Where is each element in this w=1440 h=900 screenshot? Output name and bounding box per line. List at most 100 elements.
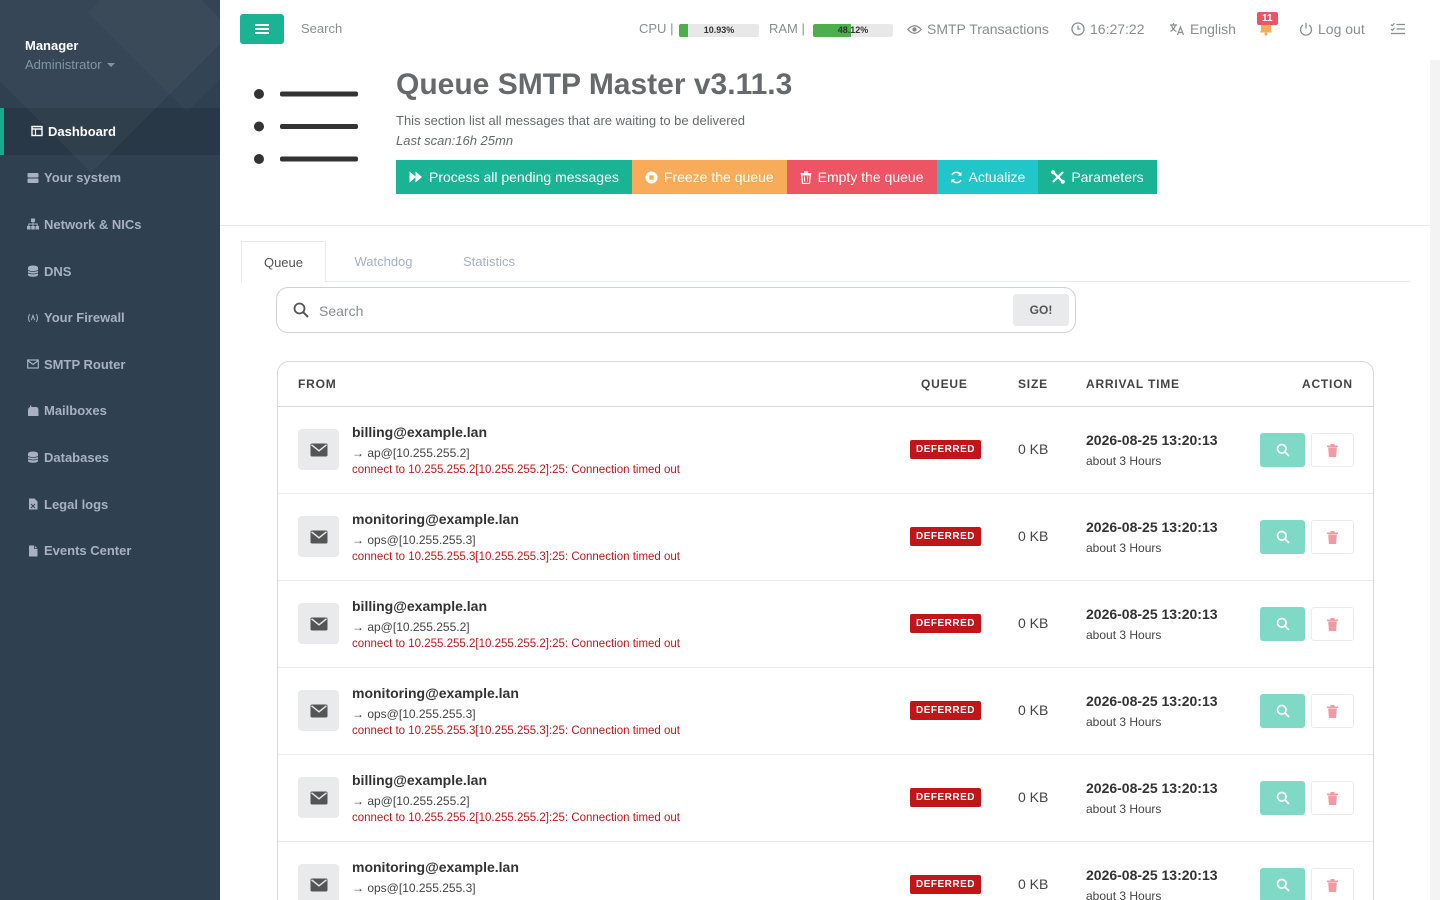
profile-role: Administrator: [25, 57, 102, 72]
queue-actions: Process all pending messages Freeze the …: [396, 160, 1157, 194]
delivery-error: connect to 10.255.255.2[10.255.255.2]:25…: [352, 464, 680, 476]
hamburger-icon: [255, 24, 269, 34]
sender-address: billing@example.lan: [352, 424, 488, 440]
translate-icon: [1170, 23, 1185, 36]
sidebar-item-mailboxes[interactable]: Mailboxes: [0, 388, 220, 435]
sender-address: monitoring@example.lan: [352, 859, 519, 875]
parameters-button[interactable]: Parameters: [1038, 160, 1157, 194]
top-search-input[interactable]: Search: [301, 21, 342, 36]
delivery-error: connect to 10.255.255.2[10.255.255.2]:25…: [352, 812, 680, 824]
dashboard-icon: [31, 125, 43, 137]
trash-icon: [800, 170, 812, 184]
profile-role-dropdown[interactable]: Administrator: [25, 57, 195, 72]
column-header-queue: QUEUE: [921, 377, 968, 391]
search-icon: [1276, 530, 1290, 544]
trash-icon: [1327, 530, 1338, 544]
tasks-button[interactable]: [1390, 22, 1411, 36]
sender-address: monitoring@example.lan: [352, 511, 519, 527]
tab-queue[interactable]: Queue: [241, 241, 326, 283]
arrival-time: 2026-08-25 13:20:13: [1086, 693, 1218, 709]
view-message-button[interactable]: [1260, 520, 1305, 554]
sidebar-item-legal-logs[interactable]: Legal logs: [0, 481, 220, 528]
actualize-button[interactable]: Actualize: [936, 160, 1039, 194]
trash-icon: [1327, 791, 1338, 805]
parameters-label: Parameters: [1071, 169, 1144, 185]
queue-status-badge: DEFERRED: [910, 440, 982, 459]
page-description: This section list all messages that are …: [396, 113, 746, 128]
clock-icon: [1071, 22, 1085, 36]
caret-down-icon: [106, 62, 115, 67]
view-message-button[interactable]: [1260, 781, 1305, 815]
empty-queue-label: Empty the queue: [817, 169, 924, 185]
firewall-icon: [27, 312, 39, 324]
list-icon: [250, 88, 360, 173]
view-message-button[interactable]: [1260, 607, 1305, 641]
sidebar: Manager Administrator Dashboard Your sys…: [0, 0, 220, 900]
search-icon: [293, 302, 309, 323]
table-row: monitoring@example.lan → ops@[10.255.255.…: [278, 668, 1373, 755]
delete-message-button[interactable]: [1311, 520, 1354, 554]
delete-message-button[interactable]: [1311, 694, 1354, 728]
sidebar-item-dns[interactable]: DNS: [0, 248, 220, 295]
clock: 16:27:22: [1071, 21, 1145, 37]
table-row: monitoring@example.lan → ops@[10.255.255.…: [278, 494, 1373, 581]
trash-icon: [1327, 617, 1338, 631]
sidebar-item-label: Your Firewall: [44, 310, 125, 326]
envelope-icon: [298, 864, 339, 900]
sidebar-item-your-system[interactable]: Your system: [0, 155, 220, 202]
delete-message-button[interactable]: [1311, 433, 1354, 467]
tab-statistics[interactable]: Statistics: [445, 241, 533, 282]
arrival-relative: about 3 Hours: [1086, 628, 1162, 642]
freeze-queue-label: Freeze the queue: [663, 169, 774, 185]
view-message-button[interactable]: [1260, 868, 1305, 900]
process-all-label: Process all pending messages: [429, 169, 619, 185]
process-all-button[interactable]: Process all pending messages: [396, 160, 632, 194]
delivery-error: connect to 10.255.255.3[10.255.255.3]:25…: [352, 551, 680, 563]
ram-value: 48.12%: [837, 25, 869, 35]
freeze-queue-button[interactable]: Freeze the queue: [631, 160, 787, 194]
search-go-button[interactable]: GO!: [1013, 294, 1069, 326]
search-icon: [1276, 791, 1290, 805]
list-check-icon: [1390, 22, 1405, 35]
clock-time: 16:27:22: [1090, 21, 1145, 37]
profile: Manager Administrator: [0, 0, 220, 108]
message-size: 0 KB: [1018, 789, 1049, 805]
search-icon: [1276, 878, 1290, 892]
view-message-button[interactable]: [1260, 433, 1305, 467]
column-header-from: FROM: [298, 377, 337, 391]
sidebar-item-databases[interactable]: Databases: [0, 434, 220, 481]
sidebar-item-firewall[interactable]: Your Firewall: [0, 294, 220, 341]
view-message-button[interactable]: [1260, 694, 1305, 728]
topbar: Search CPU | 10.93% RAM | 48.12% SMTP Tr…: [220, 0, 1440, 60]
sidebar-item-smtp-router[interactable]: SMTP Router: [0, 341, 220, 388]
search-icon: [1276, 617, 1290, 631]
sender-address: monitoring@example.lan: [352, 685, 519, 701]
delete-message-button[interactable]: [1311, 868, 1354, 900]
sender-address: billing@example.lan: [352, 772, 488, 788]
envelope-icon: [298, 516, 339, 557]
search-input[interactable]: Search: [319, 303, 363, 319]
arrival-relative: about 3 Hours: [1086, 802, 1162, 816]
delete-message-button[interactable]: [1311, 781, 1354, 815]
actualize-label: Actualize: [968, 169, 1026, 185]
sidebar-item-label: Events Center: [44, 543, 132, 559]
sidebar-item-network[interactable]: Network & NICs: [0, 201, 220, 248]
column-header-arrival-time: ARRIVAL TIME: [1086, 377, 1180, 391]
menu-toggle-button[interactable]: [240, 14, 284, 44]
delete-message-button[interactable]: [1311, 607, 1354, 641]
language-selector[interactable]: English: [1169, 21, 1236, 37]
logout-link[interactable]: Log out: [1299, 21, 1365, 37]
sidebar-item-label: Databases: [44, 449, 110, 465]
sidebar-item-label: Mailboxes: [44, 403, 107, 419]
delivery-error: connect to 10.255.255.3[10.255.255.3]:25…: [352, 725, 680, 737]
recipient-address: → ops@[10.255.255.3]: [352, 881, 476, 895]
empty-queue-button[interactable]: Empty the queue: [786, 160, 937, 194]
smtp-transactions-link[interactable]: SMTP Transactions: [907, 21, 1049, 37]
cpu-progress-bar: 10.93%: [679, 24, 759, 37]
profile-name: Manager: [25, 38, 79, 53]
tab-watchdog[interactable]: Watchdog: [336, 241, 431, 282]
language-label: English: [1190, 21, 1236, 37]
sidebar-item-events-center[interactable]: Events Center: [0, 527, 220, 574]
page-scrollbar[interactable]: [1430, 60, 1440, 900]
database-icon: [27, 265, 39, 277]
